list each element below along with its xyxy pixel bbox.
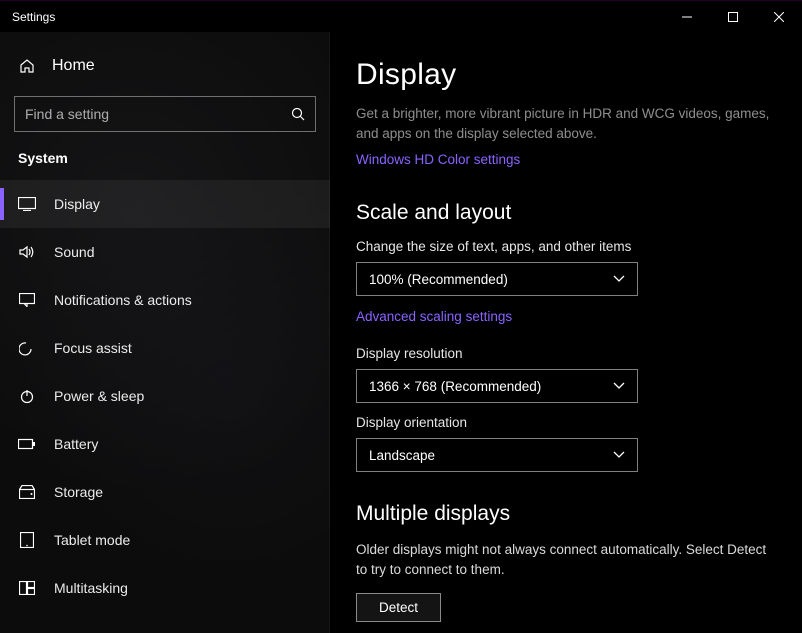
sound-icon bbox=[18, 245, 36, 259]
sidebar-item-power-sleep[interactable]: Power & sleep bbox=[0, 372, 330, 420]
maximize-button[interactable] bbox=[710, 1, 756, 33]
sidebar-item-label: Sound bbox=[54, 244, 94, 260]
sidebar-item-display[interactable]: Display bbox=[0, 180, 330, 228]
sidebar-item-label: Battery bbox=[54, 436, 98, 452]
scale-dropdown[interactable]: 100% (Recommended) bbox=[356, 262, 638, 296]
orientation-label: Display orientation bbox=[356, 415, 776, 430]
multiple-displays-heading: Multiple displays bbox=[356, 502, 776, 526]
sidebar-item-label: Focus assist bbox=[54, 340, 132, 356]
orientation-dropdown[interactable]: Landscape bbox=[356, 438, 638, 472]
sidebar-section-label: System bbox=[0, 146, 330, 180]
sidebar-item-multitasking[interactable]: Multitasking bbox=[0, 564, 330, 612]
scale-label: Change the size of text, apps, and other… bbox=[356, 239, 776, 254]
close-button[interactable] bbox=[756, 1, 802, 33]
search-input[interactable] bbox=[14, 96, 316, 132]
window-title: Settings bbox=[12, 10, 55, 24]
resolution-dropdown[interactable]: 1366 × 768 (Recommended) bbox=[356, 369, 638, 403]
chevron-down-icon bbox=[613, 451, 625, 459]
hdr-description: Get a brighter, more vibrant picture in … bbox=[356, 104, 776, 143]
battery-icon bbox=[18, 438, 36, 450]
tablet-icon bbox=[18, 532, 36, 548]
sidebar-item-battery[interactable]: Battery bbox=[0, 420, 330, 468]
scale-value: 100% (Recommended) bbox=[369, 272, 508, 287]
sidebar: Home System Display Sound Notifications … bbox=[0, 32, 330, 633]
search-icon bbox=[291, 107, 305, 121]
sidebar-item-notifications[interactable]: Notifications & actions bbox=[0, 276, 330, 324]
sidebar-item-label: Power & sleep bbox=[54, 388, 144, 404]
home-link[interactable]: Home bbox=[0, 44, 330, 88]
sidebar-item-tablet-mode[interactable]: Tablet mode bbox=[0, 516, 330, 564]
sidebar-item-label: Display bbox=[54, 196, 100, 212]
page-title: Display bbox=[356, 58, 776, 92]
minimize-button[interactable] bbox=[664, 1, 710, 33]
resolution-label: Display resolution bbox=[356, 346, 776, 361]
sidebar-item-storage[interactable]: Storage bbox=[0, 468, 330, 516]
sidebar-item-label: Notifications & actions bbox=[54, 292, 192, 308]
chevron-down-icon bbox=[613, 275, 625, 283]
multiple-displays-description: Older displays might not always connect … bbox=[356, 540, 776, 579]
sidebar-item-focus-assist[interactable]: Focus assist bbox=[0, 324, 330, 372]
sidebar-item-sound[interactable]: Sound bbox=[0, 228, 330, 276]
scale-layout-heading: Scale and layout bbox=[356, 201, 776, 225]
sidebar-item-label: Tablet mode bbox=[54, 532, 130, 548]
orientation-value: Landscape bbox=[369, 448, 435, 463]
power-icon bbox=[18, 388, 36, 404]
display-icon bbox=[18, 197, 36, 211]
sidebar-item-label: Multitasking bbox=[54, 580, 128, 596]
advanced-scaling-link[interactable]: Advanced scaling settings bbox=[356, 309, 512, 324]
home-icon bbox=[18, 58, 36, 74]
detect-button[interactable]: Detect bbox=[356, 593, 441, 622]
main-content: Display Get a brighter, more vibrant pic… bbox=[330, 32, 802, 633]
chevron-down-icon bbox=[613, 382, 625, 390]
storage-icon bbox=[18, 485, 36, 499]
titlebar: Settings bbox=[0, 0, 802, 32]
sidebar-item-label: Storage bbox=[54, 484, 103, 500]
multitasking-icon bbox=[18, 581, 36, 595]
hd-color-settings-link[interactable]: Windows HD Color settings bbox=[356, 152, 520, 167]
focus-assist-icon bbox=[18, 340, 36, 356]
home-label: Home bbox=[52, 57, 95, 75]
notifications-icon bbox=[18, 293, 36, 307]
resolution-value: 1366 × 768 (Recommended) bbox=[369, 379, 541, 394]
